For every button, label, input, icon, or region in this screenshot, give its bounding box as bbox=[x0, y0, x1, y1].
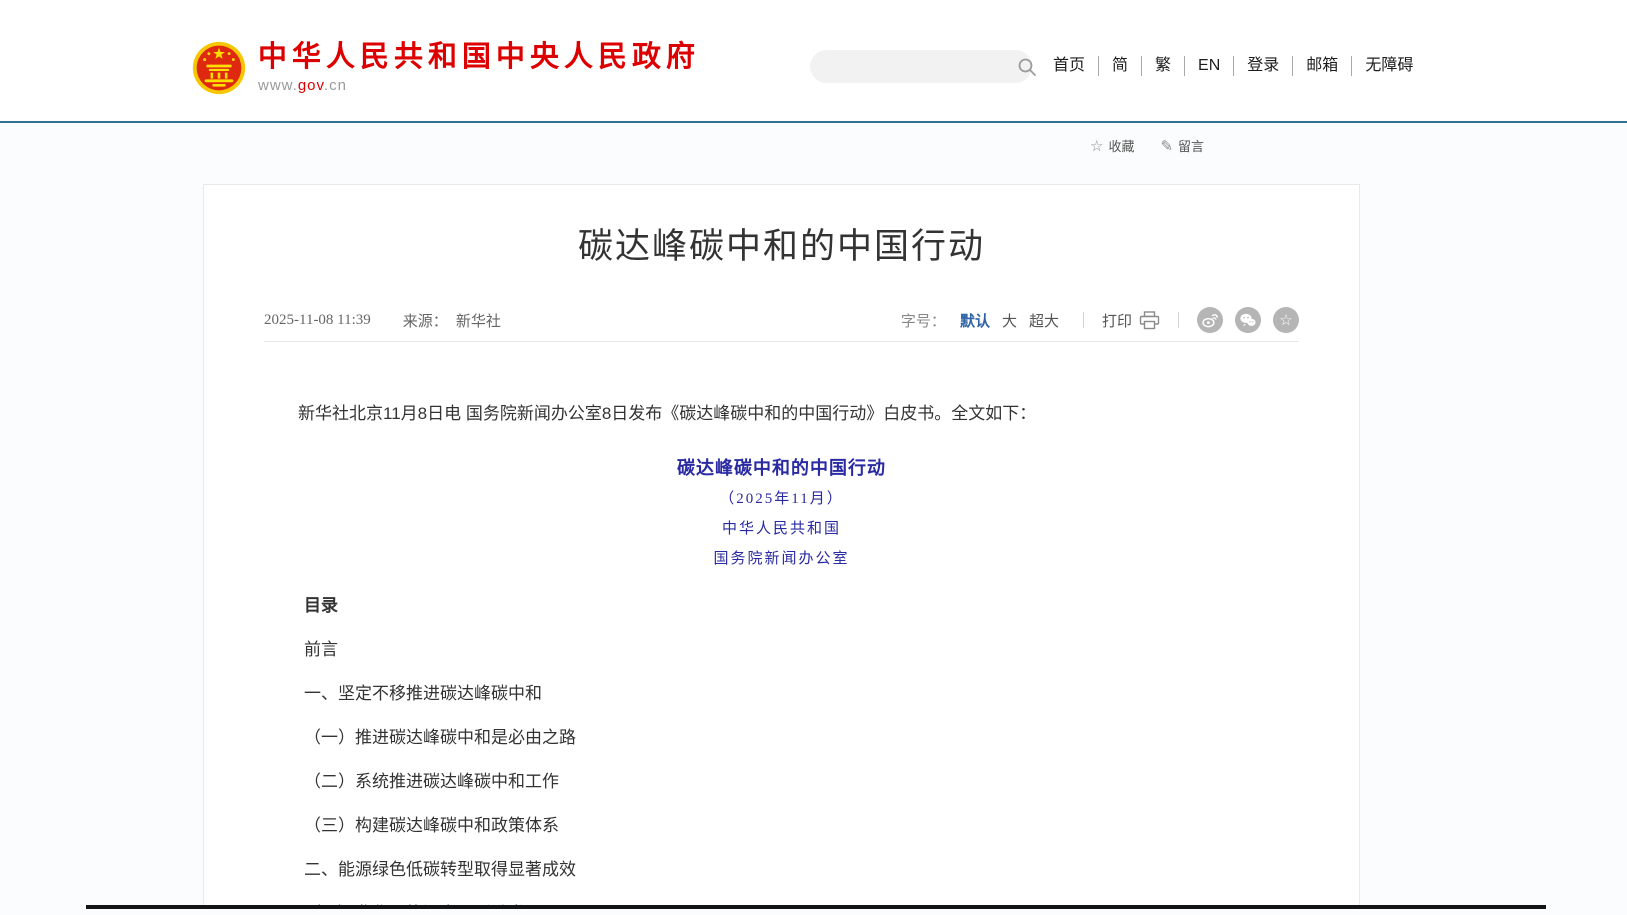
page-title: 碳达峰碳中和的中国行动 bbox=[204, 225, 1359, 269]
nav-simplified[interactable]: 简 bbox=[1098, 56, 1141, 76]
url-highlight: gov bbox=[298, 77, 324, 94]
table-of-contents: 目录 前言 一、坚定不移推进碳达峰碳中和 （一）推进碳达峰碳中和是必由之路 （二… bbox=[304, 594, 1299, 905]
top-navigation: 首页 简 繁 EN 登录 邮箱 无障碍 bbox=[1040, 56, 1426, 76]
toc-item: 二、能源绿色低碳转型取得显著成效 bbox=[304, 858, 1299, 882]
nav-english[interactable]: EN bbox=[1184, 56, 1233, 76]
lead-paragraph: 新华社北京11月8日电 国务院新闻办公室8日发布《碳达峰碳中和的中国行动》白皮书… bbox=[264, 400, 1299, 428]
meta-separator bbox=[1083, 312, 1084, 328]
share-icons: ☆ bbox=[1197, 307, 1299, 333]
favorite-button[interactable]: ☆ 收藏 bbox=[1090, 136, 1134, 155]
fontsize-large-button[interactable]: 大 bbox=[1002, 310, 1017, 331]
source-value: 新华社 bbox=[456, 310, 501, 331]
meta-separator bbox=[1178, 312, 1179, 328]
site-url: www.gov.cn bbox=[258, 77, 700, 94]
comment-label: 留言 bbox=[1178, 136, 1204, 155]
printer-icon bbox=[1139, 311, 1160, 330]
url-prefix: www. bbox=[258, 77, 298, 94]
article-card: 碳达峰碳中和的中国行动 2025-11-08 11:39 来源： 新华社 字号：… bbox=[203, 184, 1360, 905]
document-date: （2025年11月） bbox=[204, 489, 1359, 510]
nav-traditional[interactable]: 繁 bbox=[1141, 56, 1184, 76]
toc-item: （二）系统推进碳达峰碳中和工作 bbox=[304, 770, 1299, 794]
publish-date: 2025-11-08 11:39 bbox=[264, 312, 371, 329]
toc-item: 前言 bbox=[304, 638, 1299, 662]
fontsize-label: 字号： bbox=[901, 310, 946, 331]
national-emblem-icon bbox=[192, 40, 246, 96]
nav-mail[interactable]: 邮箱 bbox=[1292, 56, 1351, 76]
document-org-line1: 中华人民共和国 bbox=[204, 519, 1359, 540]
article-meta: 2025-11-08 11:39 来源： 新华社 字号： 默认 大 超大 打印 bbox=[264, 307, 1299, 333]
search-box[interactable] bbox=[810, 50, 1032, 83]
toc-item: （三）构建碳达峰碳中和政策体系 bbox=[304, 814, 1299, 838]
nav-accessibility[interactable]: 无障碍 bbox=[1351, 56, 1426, 76]
toc-item: 一、坚定不移推进碳达峰碳中和 bbox=[304, 682, 1299, 706]
star-share-icon: ☆ bbox=[1279, 313, 1292, 328]
document-heading: 碳达峰碳中和的中国行动 （2025年11月） 中华人民共和国 国务院新闻办公室 bbox=[204, 454, 1359, 570]
nav-home[interactable]: 首页 bbox=[1040, 56, 1098, 76]
comment-button[interactable]: ✎ 留言 bbox=[1160, 136, 1204, 155]
page: 中华人民共和国中央人民政府 www.gov.cn 首页 简 繁 EN 登录 邮箱… bbox=[0, 0, 1627, 915]
site-title-block: 中华人民共和国中央人民政府 www.gov.cn bbox=[258, 42, 700, 95]
meta-divider bbox=[264, 341, 1299, 342]
article-meta-right: 字号： 默认 大 超大 打印 bbox=[901, 307, 1299, 333]
article-meta-left: 2025-11-08 11:39 来源： 新华社 bbox=[264, 310, 501, 331]
wechat-icon bbox=[1239, 311, 1257, 329]
toc-item: （一）推进碳达峰碳中和是必由之路 bbox=[304, 726, 1299, 750]
bottom-edge-line bbox=[86, 905, 1546, 909]
site-title: 中华人民共和国中央人民政府 bbox=[258, 42, 700, 74]
toc-heading: 目录 bbox=[304, 594, 1299, 618]
favorite-label: 收藏 bbox=[1108, 136, 1134, 155]
weibo-share-button[interactable] bbox=[1197, 307, 1223, 333]
nav-login[interactable]: 登录 bbox=[1233, 56, 1292, 76]
site-header: 中华人民共和国中央人民政府 www.gov.cn 首页 简 繁 EN 登录 邮箱… bbox=[0, 0, 1627, 121]
favorite-share-button[interactable]: ☆ bbox=[1273, 307, 1299, 333]
site-logo[interactable]: 中华人民共和国中央人民政府 www.gov.cn bbox=[192, 40, 700, 96]
document-title: 碳达峰碳中和的中国行动 bbox=[204, 454, 1359, 480]
fontsize-xlarge-button[interactable]: 超大 bbox=[1029, 310, 1059, 331]
pencil-icon: ✎ bbox=[1160, 137, 1173, 155]
print-button[interactable]: 打印 bbox=[1102, 310, 1160, 331]
star-icon: ☆ bbox=[1090, 137, 1103, 155]
search-input[interactable] bbox=[810, 50, 1017, 83]
search-icon[interactable] bbox=[1017, 57, 1037, 77]
print-label: 打印 bbox=[1102, 310, 1132, 331]
fontsize-default-button[interactable]: 默认 bbox=[960, 310, 990, 331]
url-suffix: .cn bbox=[324, 77, 347, 94]
weibo-icon bbox=[1201, 311, 1219, 329]
article-actions: ☆ 收藏 ✎ 留言 bbox=[1090, 136, 1204, 155]
document-org-line2: 国务院新闻办公室 bbox=[204, 549, 1359, 570]
wechat-share-button[interactable] bbox=[1235, 307, 1261, 333]
source-label: 来源： bbox=[403, 310, 448, 331]
